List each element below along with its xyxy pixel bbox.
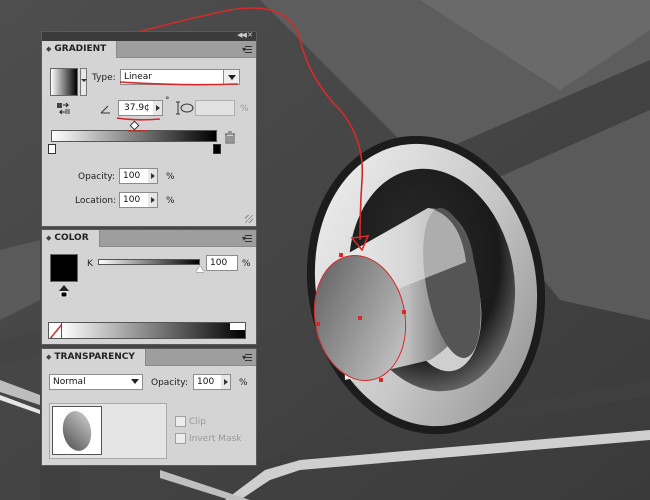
transparency-opacity-field[interactable]: 100 — [193, 374, 222, 390]
location-label: Location: — [75, 196, 117, 206]
location-unit: % — [166, 196, 175, 206]
color-stop-icon-end[interactable] — [213, 144, 221, 154]
gradient-opacity-stepper[interactable] — [148, 168, 158, 184]
type-select-chevron-icon[interactable] — [223, 69, 240, 85]
clip-label: Clip — [189, 417, 206, 427]
object-thumbnail[interactable] — [52, 406, 102, 455]
blend-mode-chevron-icon[interactable] — [128, 374, 143, 390]
gradient-swatch[interactable] — [50, 68, 78, 96]
transparency-opacity-unit: % — [239, 378, 248, 388]
trash-icon[interactable] — [224, 131, 236, 147]
gradient-resize-grip[interactable] — [245, 215, 253, 223]
clip-checkbox[interactable] — [175, 416, 186, 427]
k-channel-value: 100 — [210, 258, 228, 268]
transparency-opacity-stepper[interactable] — [221, 374, 231, 390]
transparency-tab-toggle-icon[interactable]: ◆ — [46, 353, 51, 361]
color-tab-label: COLOR — [54, 233, 89, 243]
invert-mask-checkbox[interactable] — [175, 433, 186, 444]
angle-stepper[interactable] — [153, 100, 163, 116]
transparency-panel-menu-icon[interactable]: ▾ — [242, 353, 252, 362]
gradient-tab-label: GRADIENT — [54, 44, 107, 54]
tab-color[interactable]: ◆ COLOR — [42, 230, 100, 247]
gradient-tab-row: ◆ GRADIENT ▾ — [42, 41, 256, 58]
fill-color-swatch[interactable] — [50, 254, 78, 282]
gradient-opacity-field[interactable]: 100 — [119, 168, 149, 184]
angle-value: 37.9¢ — [124, 103, 150, 113]
degree-icon: ° — [165, 96, 170, 106]
collapse-panels-icon[interactable]: ◀◀ ✕ — [237, 31, 253, 39]
reverse-gradient-icon[interactable] — [56, 102, 72, 116]
k-slider-thumb[interactable] — [196, 266, 204, 272]
color-panel: ◆ COLOR ▾ K 100 % — [41, 229, 257, 345]
k-slider-track[interactable] — [98, 259, 200, 265]
gradient-swatch-dropdown-icon[interactable] — [80, 68, 87, 96]
tab-transparency[interactable]: ◆ TRANSPARENCY — [42, 349, 146, 366]
aspect-ratio-icon — [176, 101, 194, 118]
location-field[interactable]: 100 — [119, 192, 149, 208]
gradient-opacity-value: 100 — [123, 171, 141, 181]
midpoint-diamond-icon[interactable] — [129, 120, 140, 131]
blend-mode-value: Normal — [53, 377, 86, 387]
angle-field[interactable]: 37.9¢ — [118, 100, 154, 116]
transparency-opacity-label: Opacity: — [151, 378, 188, 388]
aspect-ratio-field[interactable] — [195, 100, 235, 116]
none-swatch-icon[interactable] — [48, 322, 62, 339]
spectrum-ramp[interactable] — [48, 322, 246, 339]
gradient-opacity-unit: % — [166, 172, 175, 182]
transparency-tab-row: ◆ TRANSPARENCY ▾ — [42, 349, 256, 366]
type-select-value: Linear — [124, 72, 152, 82]
color-panel-menu-icon[interactable]: ▾ — [242, 234, 252, 243]
type-label: Type: — [92, 73, 116, 83]
k-channel-field[interactable]: 100 — [206, 255, 238, 271]
aspect-ratio-unit: % — [240, 104, 249, 114]
out-of-gamut-icon[interactable] — [59, 285, 69, 300]
color-tab-toggle-icon[interactable]: ◆ — [46, 234, 51, 242]
k-channel-label: K — [87, 259, 93, 269]
tab-gradient[interactable]: ◆ GRADIENT — [42, 41, 118, 58]
angle-icon — [100, 104, 112, 117]
gradient-ramp[interactable] — [51, 130, 217, 142]
color-stop-icon[interactable] — [48, 144, 56, 154]
panel-dock-topbar[interactable]: ◀◀ ✕ — [42, 31, 256, 41]
gradient-panel-menu-icon[interactable]: ▾ — [242, 45, 252, 54]
transparency-panel: ◆ TRANSPARENCY ▾ Normal Opacity: 100 % Cl… — [41, 348, 257, 466]
k-channel-unit: % — [242, 259, 251, 269]
tab-toggle-icon[interactable]: ◆ — [46, 45, 51, 53]
location-stepper[interactable] — [148, 192, 158, 208]
type-select[interactable]: Linear — [120, 69, 240, 85]
gradient-opacity-label: Opacity: — [78, 172, 115, 182]
transparency-tab-label: TRANSPARENCY — [54, 352, 135, 362]
white-swatch[interactable] — [230, 323, 245, 330]
invert-mask-label: Invert Mask — [189, 434, 242, 444]
transparency-opacity-value: 100 — [197, 377, 215, 387]
color-tab-row: ◆ COLOR ▾ — [42, 230, 256, 247]
location-value: 100 — [123, 195, 141, 205]
gradient-panel: ◀◀ ✕ ◆GRADIENT ▾ Type: Linear 37.9¢ ° % — [41, 31, 257, 227]
